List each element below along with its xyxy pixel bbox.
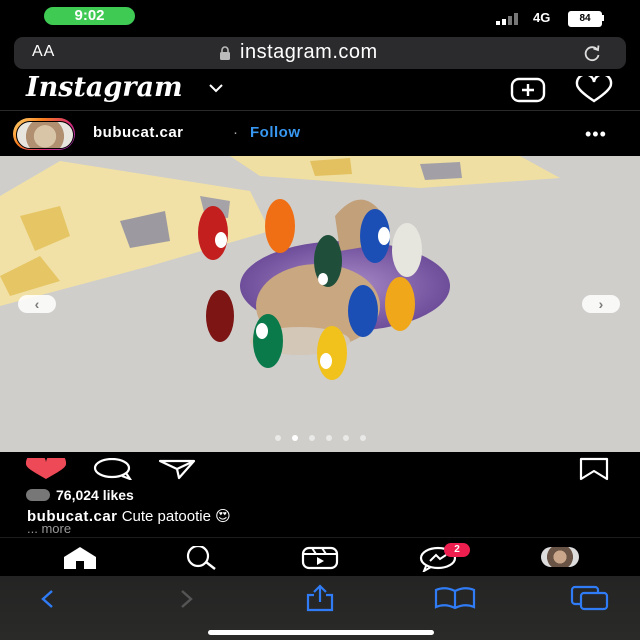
- liker-avatar: [26, 489, 50, 501]
- caption-emoji: 😍: [215, 508, 231, 525]
- comment-icon[interactable]: [92, 458, 132, 480]
- carousel-next-button[interactable]: ›: [582, 295, 620, 313]
- header-divider: [0, 110, 640, 111]
- separator-dot: ·: [233, 124, 238, 141]
- safari-toolbar: [0, 576, 640, 640]
- messages-badge: 2: [444, 543, 470, 557]
- instagram-header: Instagram: [0, 72, 640, 108]
- carousel-dot: [326, 435, 332, 441]
- likes-count[interactable]: 76,024 likes: [56, 487, 134, 503]
- battery-icon: 84: [568, 11, 602, 27]
- address-bar[interactable]: AA instagram.com: [14, 37, 626, 69]
- battery-cap: [602, 15, 604, 21]
- signal-icon: [496, 13, 518, 25]
- carousel-dot: [309, 435, 315, 441]
- reload-icon[interactable]: [582, 43, 602, 63]
- carousel-dot: [343, 435, 349, 441]
- status-time[interactable]: 9:02: [44, 7, 135, 25]
- share-icon[interactable]: [303, 584, 337, 612]
- carousel-prev-button[interactable]: ‹: [18, 295, 56, 313]
- lock-icon: [220, 46, 230, 60]
- instagram-bottom-nav: 2: [0, 538, 640, 576]
- caption-more-link[interactable]: ... more: [27, 521, 71, 536]
- bookmark-icon[interactable]: [578, 457, 610, 481]
- home-icon[interactable]: [60, 546, 100, 570]
- chevron-down-icon[interactable]: [208, 82, 224, 94]
- avatar-image: [16, 121, 74, 149]
- url-text[interactable]: instagram.com: [240, 41, 378, 64]
- network-type: 4G: [533, 10, 551, 25]
- forward-icon[interactable]: [176, 588, 196, 610]
- carousel-dot: [292, 435, 298, 441]
- carousel-dot: [360, 435, 366, 441]
- more-options-icon[interactable]: •••: [585, 124, 607, 145]
- follow-button[interactable]: Follow: [250, 124, 301, 141]
- photo-illustration: [0, 156, 640, 452]
- carousel-dot: [275, 435, 281, 441]
- text-size-button[interactable]: AA: [32, 43, 55, 61]
- profile-avatar[interactable]: [541, 547, 579, 567]
- avatar[interactable]: [13, 118, 75, 150]
- post-photo[interactable]: ‹ ›: [0, 156, 640, 452]
- instagram-logo[interactable]: Instagram: [26, 72, 183, 103]
- back-icon[interactable]: [38, 588, 58, 610]
- bookmarks-icon[interactable]: [434, 586, 476, 610]
- heart-icon[interactable]: [574, 76, 614, 104]
- search-icon[interactable]: [181, 546, 221, 570]
- post-header: bubucat.car · Follow •••: [0, 114, 640, 156]
- status-bar: 9:02 4G 84: [0, 0, 640, 36]
- carousel-dots: [275, 435, 366, 441]
- tabs-icon[interactable]: [570, 585, 610, 611]
- new-post-icon[interactable]: [510, 77, 546, 103]
- post-username[interactable]: bubucat.car: [93, 124, 184, 141]
- share-icon[interactable]: [157, 458, 197, 480]
- like-heart-icon[interactable]: [25, 458, 67, 480]
- reels-icon[interactable]: [300, 546, 340, 570]
- caption-text: Cute patootie: [121, 508, 211, 525]
- home-indicator[interactable]: [208, 630, 434, 635]
